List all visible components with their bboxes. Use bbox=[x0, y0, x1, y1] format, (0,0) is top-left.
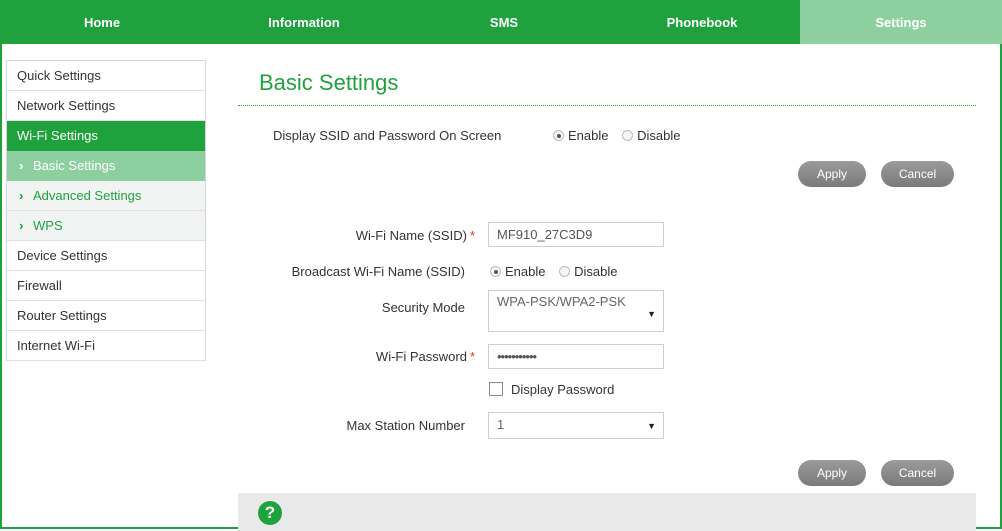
security-mode-label: Security Mode bbox=[381, 300, 465, 315]
sidebar-subitem-wps[interactable]: › WPS bbox=[7, 211, 205, 241]
sidebar-item-quick-settings[interactable]: Quick Settings bbox=[7, 61, 205, 91]
nav-sms[interactable]: SMS bbox=[404, 0, 604, 44]
sidebar-subitem-label: WPS bbox=[33, 218, 63, 233]
sidebar-item-network-settings[interactable]: Network Settings bbox=[7, 91, 205, 121]
security-mode-select[interactable]: WPA-PSK/WPA2-PSK ▼ bbox=[488, 290, 664, 332]
nav-home[interactable]: Home bbox=[0, 0, 204, 44]
display-password-label[interactable]: Display Password bbox=[511, 382, 614, 397]
display-ssid-radio-group: Enable Disable bbox=[553, 128, 690, 143]
max-station-select[interactable]: 1 ▼ bbox=[488, 412, 664, 439]
required-mark: * bbox=[469, 228, 475, 243]
password-input[interactable] bbox=[488, 344, 664, 369]
chevron-down-icon: ▼ bbox=[647, 309, 656, 319]
page-title: Basic Settings bbox=[259, 70, 399, 95]
sidebar-subitem-advanced-settings[interactable]: › Advanced Settings bbox=[7, 181, 205, 211]
password-label: Wi-Fi Password bbox=[375, 349, 467, 364]
broadcast-enable-radio[interactable] bbox=[490, 266, 501, 277]
password-label-row: Wi-Fi Password * bbox=[300, 349, 475, 364]
nav-phonebook[interactable]: Phonebook bbox=[604, 0, 800, 44]
broadcast-enable-label[interactable]: Enable bbox=[505, 264, 545, 279]
security-mode-value: WPA-PSK/WPA2-PSK bbox=[497, 294, 626, 309]
apply-button-bottom[interactable]: Apply bbox=[798, 460, 866, 486]
broadcast-label: Broadcast Wi-Fi Name (SSID) bbox=[291, 264, 465, 279]
broadcast-radio-group: Enable Disable bbox=[490, 264, 627, 279]
display-ssid-disable-radio[interactable] bbox=[622, 130, 634, 141]
apply-button-top[interactable]: Apply bbox=[798, 161, 866, 187]
sidebar-subitem-label: Basic Settings bbox=[33, 158, 116, 173]
display-ssid-enable-radio[interactable] bbox=[553, 130, 564, 141]
cancel-button-bottom[interactable]: Cancel bbox=[881, 460, 954, 486]
broadcast-disable-label[interactable]: Disable bbox=[574, 264, 617, 279]
top-navigation: Home Information SMS Phonebook Settings bbox=[0, 0, 1002, 44]
required-mark: * bbox=[469, 349, 475, 364]
sidebar-item-internet-wifi[interactable]: Internet Wi-Fi bbox=[7, 331, 205, 361]
ssid-label-row: Wi-Fi Name (SSID) * bbox=[300, 228, 475, 243]
max-station-value: 1 bbox=[497, 417, 505, 432]
display-password-checkbox[interactable] bbox=[489, 382, 503, 396]
display-ssid-label: Display SSID and Password On Screen bbox=[273, 128, 502, 143]
sidebar: Quick Settings Network Settings Wi-Fi Se… bbox=[6, 60, 206, 361]
sidebar-item-firewall[interactable]: Firewall bbox=[7, 271, 205, 301]
ssid-label: Wi-Fi Name (SSID) bbox=[355, 228, 467, 243]
sidebar-item-router-settings[interactable]: Router Settings bbox=[7, 301, 205, 331]
max-station-label: Max Station Number bbox=[346, 418, 466, 433]
sidebar-item-device-settings[interactable]: Device Settings bbox=[7, 241, 205, 271]
chevron-right-icon: › bbox=[19, 158, 24, 173]
help-icon[interactable]: ? bbox=[258, 501, 282, 525]
sidebar-subitem-basic-settings[interactable]: › Basic Settings bbox=[7, 151, 205, 181]
display-ssid-disable-label[interactable]: Disable bbox=[637, 128, 680, 143]
cancel-button-top[interactable]: Cancel bbox=[881, 161, 954, 187]
sidebar-item-wifi-settings[interactable]: Wi-Fi Settings bbox=[7, 121, 205, 151]
sidebar-subitem-label: Advanced Settings bbox=[33, 188, 142, 203]
ssid-input[interactable] bbox=[488, 222, 664, 247]
help-bar: ? bbox=[238, 493, 976, 531]
display-ssid-enable-label[interactable]: Enable bbox=[568, 128, 608, 143]
nav-information[interactable]: Information bbox=[204, 0, 404, 44]
nav-settings[interactable]: Settings bbox=[800, 0, 1002, 44]
chevron-down-icon: ▼ bbox=[647, 421, 656, 431]
title-divider bbox=[238, 105, 976, 106]
chevron-right-icon: › bbox=[19, 218, 24, 233]
broadcast-disable-radio[interactable] bbox=[559, 266, 571, 277]
chevron-right-icon: › bbox=[19, 188, 24, 203]
